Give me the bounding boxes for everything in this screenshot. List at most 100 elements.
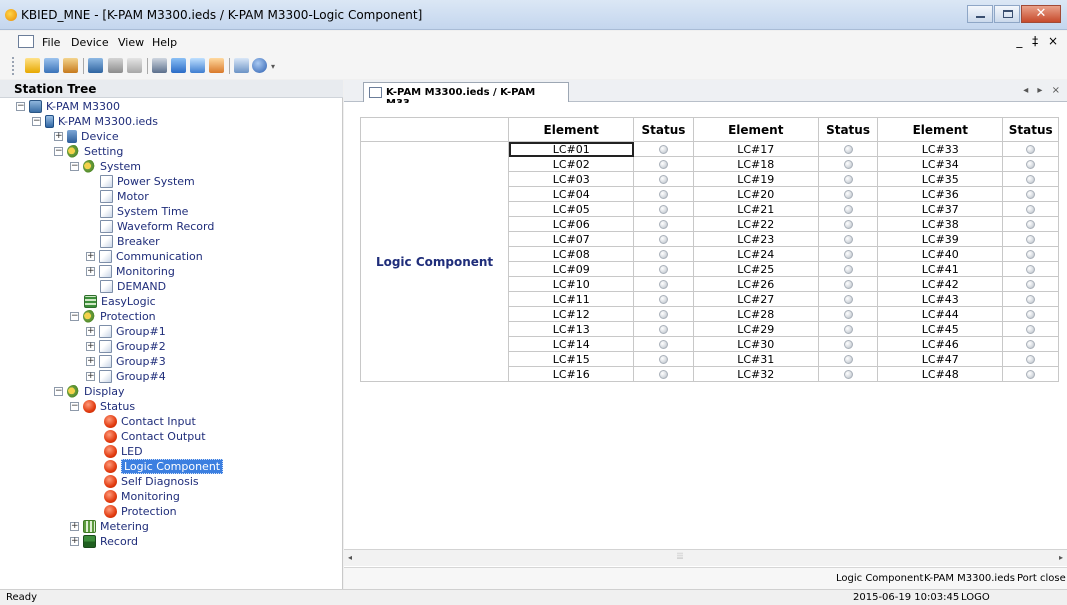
help-icon[interactable] <box>252 58 267 73</box>
tree-node-protection[interactable]: − Protection <box>70 309 156 324</box>
tree-node-group-2[interactable]: + Group#2 <box>86 339 166 354</box>
save-icon[interactable] <box>44 58 59 73</box>
tree-node-group-3[interactable]: + Group#3 <box>86 354 166 369</box>
toolbar-grip[interactable] <box>12 57 15 75</box>
element-cell[interactable]: LC#35 <box>877 171 1004 187</box>
tab-navigation-controls[interactable]: ◂ ▸ × <box>1023 85 1063 96</box>
element-cell[interactable]: LC#04 <box>508 186 635 202</box>
settings-icon[interactable] <box>209 58 224 73</box>
element-cell[interactable]: LC#02 <box>508 156 635 172</box>
element-cell[interactable]: LC#40 <box>877 246 1004 262</box>
collapse-icon[interactable]: − <box>16 102 25 111</box>
element-cell[interactable]: LC#31 <box>692 351 819 367</box>
open-folder-icon[interactable] <box>25 58 40 73</box>
toolbar-overflow-icon[interactable]: ▾ <box>271 62 275 71</box>
element-cell[interactable]: LC#18 <box>692 156 819 172</box>
element-cell[interactable]: LC#47 <box>877 351 1004 367</box>
menu-view[interactable]: View <box>118 36 144 49</box>
element-cell[interactable]: LC#25 <box>692 261 819 277</box>
disconnect-icon[interactable] <box>127 58 142 73</box>
upload-icon[interactable] <box>171 58 186 73</box>
element-cell[interactable]: LC#08 <box>508 246 635 262</box>
element-cell[interactable]: LC#41 <box>877 261 1004 277</box>
scroll-right-icon[interactable]: ▸ <box>1059 553 1063 562</box>
element-cell[interactable]: LC#05 <box>508 201 635 217</box>
expand-icon[interactable]: + <box>70 537 79 546</box>
element-cell[interactable]: LC#21 <box>692 201 819 217</box>
tree-node-motor[interactable]: Motor <box>100 189 149 204</box>
element-cell[interactable]: LC#48 <box>877 366 1004 382</box>
element-cell[interactable]: LC#13 <box>508 321 635 337</box>
element-cell[interactable]: LC#26 <box>692 276 819 292</box>
element-cell[interactable]: LC#27 <box>692 291 819 307</box>
tree-node-waveform-record[interactable]: Waveform Record <box>100 219 214 234</box>
element-cell[interactable]: LC#34 <box>877 156 1004 172</box>
element-cell[interactable]: LC#46 <box>877 336 1004 352</box>
expand-icon[interactable]: + <box>54 132 63 141</box>
element-cell[interactable]: LC#20 <box>692 186 819 202</box>
tree-node-metering[interactable]: + Metering <box>70 519 149 534</box>
expand-icon[interactable]: + <box>86 357 95 366</box>
element-cell[interactable]: LC#10 <box>508 276 635 292</box>
element-cell[interactable]: LC#07 <box>508 231 635 247</box>
expand-icon[interactable]: + <box>86 372 95 381</box>
window-icon[interactable] <box>234 58 249 73</box>
mdi-window-controls[interactable]: _ ‡ × <box>1016 34 1061 48</box>
collapse-icon[interactable]: − <box>54 147 63 156</box>
element-cell[interactable]: LC#33 <box>877 141 1004 157</box>
scroll-left-icon[interactable]: ◂ <box>348 553 352 562</box>
element-cell[interactable]: LC#28 <box>692 306 819 322</box>
tree-node-contact-output[interactable]: Contact Output <box>104 429 206 444</box>
element-cell[interactable]: LC#36 <box>877 186 1004 202</box>
element-cell[interactable]: LC#29 <box>692 321 819 337</box>
tree-node-ied[interactable]: − K-PAM M3300.ieds <box>32 114 158 129</box>
element-cell[interactable]: LC#42 <box>877 276 1004 292</box>
tree-node-group-1[interactable]: + Group#1 <box>86 324 166 339</box>
tree-node-self-diagnosis[interactable]: Self Diagnosis <box>104 474 199 489</box>
tree-node-led[interactable]: LED <box>104 444 143 459</box>
element-cell[interactable]: LC#06 <box>508 216 635 232</box>
menu-device[interactable]: Device <box>71 36 109 49</box>
expand-icon[interactable]: + <box>86 327 95 336</box>
tree-node-display[interactable]: − Display <box>54 384 125 399</box>
close-button[interactable]: ✕ <box>1021 5 1061 23</box>
collapse-icon[interactable]: − <box>32 117 41 126</box>
expand-icon[interactable]: + <box>86 342 95 351</box>
scroll-thumb-grip[interactable]: ⦙⦙⦙ <box>677 552 683 562</box>
tab-logic-component[interactable]: K-PAM M3300.ieds / K-PAM M33... <box>363 82 569 109</box>
element-cell[interactable]: LC#16 <box>508 366 635 382</box>
element-cell[interactable]: LC#38 <box>877 216 1004 232</box>
monitor-icon[interactable] <box>190 58 205 73</box>
horizontal-scrollbar[interactable]: ◂ ⦙⦙⦙ ▸ <box>344 549 1067 566</box>
element-cell[interactable]: LC#43 <box>877 291 1004 307</box>
element-cell[interactable]: LC#24 <box>692 246 819 262</box>
menu-help[interactable]: Help <box>152 36 177 49</box>
tree-node-breaker[interactable]: Breaker <box>100 234 160 249</box>
expand-icon[interactable]: + <box>86 252 95 261</box>
tree-node-communication[interactable]: + Communication <box>86 249 203 264</box>
tree-node-contact-input[interactable]: Contact Input <box>104 414 196 429</box>
tree-node-setting[interactable]: − Setting <box>54 144 123 159</box>
import-icon[interactable] <box>63 58 78 73</box>
element-cell[interactable]: LC#17 <box>692 141 819 157</box>
element-cell[interactable]: LC#09 <box>508 261 635 277</box>
element-cell[interactable]: LC#30 <box>692 336 819 352</box>
maximize-button[interactable] <box>994 5 1020 23</box>
expand-icon[interactable]: + <box>86 267 95 276</box>
tree-node-protection-status[interactable]: Protection <box>104 504 177 519</box>
tree-node-device[interactable]: + Device <box>54 129 119 144</box>
collapse-icon[interactable]: − <box>70 312 79 321</box>
tree-node-monitoring-setting[interactable]: + Monitoring <box>86 264 175 279</box>
element-cell[interactable]: LC#23 <box>692 231 819 247</box>
download-icon[interactable] <box>152 58 167 73</box>
element-cell[interactable]: LC#11 <box>508 291 635 307</box>
connect-icon[interactable] <box>108 58 123 73</box>
tree-node-easylogic[interactable]: EasyLogic <box>84 294 156 309</box>
collapse-icon[interactable]: − <box>70 402 79 411</box>
device-icon[interactable] <box>88 58 103 73</box>
element-cell[interactable]: LC#14 <box>508 336 635 352</box>
tree-node-system-time[interactable]: System Time <box>100 204 188 219</box>
element-cell[interactable]: LC#15 <box>508 351 635 367</box>
tree-node-power-system[interactable]: Power System <box>100 174 195 189</box>
tree-node-group-4[interactable]: + Group#4 <box>86 369 166 384</box>
